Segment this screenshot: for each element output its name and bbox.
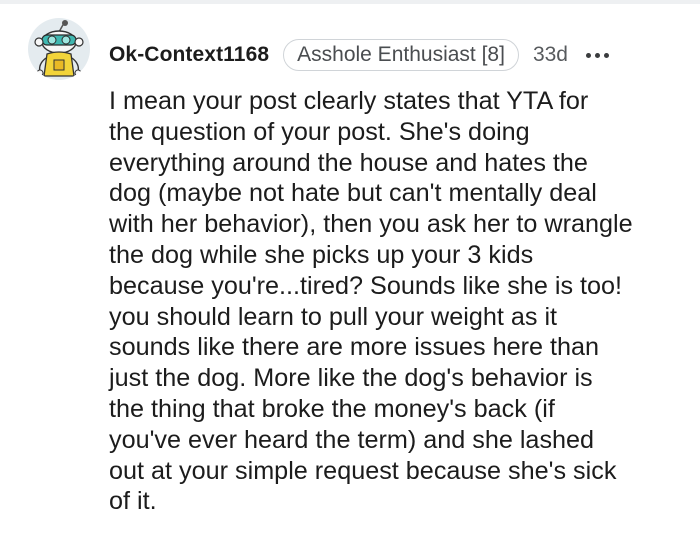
dot [603, 52, 609, 58]
comment-body-line: the question of your post. She's doing [109, 117, 530, 146]
snoo-avatar-icon [34, 20, 84, 77]
comment-body-line: sounds like there are more issues here t… [109, 333, 600, 362]
top-divider [0, 0, 700, 4]
more-options-icon[interactable] [585, 52, 609, 58]
comment-body-line: out at your simple request because she's… [109, 456, 617, 485]
comment-body-line: you've ever heard the term) and she lash… [109, 425, 595, 454]
comment-body-line: the dog while she picks up your 3 kids [109, 240, 534, 269]
comment-body-line: because you're...tired? Sounds like she … [109, 271, 623, 300]
comment-body-line: you should learn to pull your weight as … [109, 302, 558, 331]
comment-body-line: with her behavior), then you ask her to … [109, 210, 633, 239]
comment-body-line: just the dog. More like the dog's behavi… [109, 364, 593, 393]
comment-body-line: I mean your post clearly states that YTA… [109, 87, 589, 115]
dot [594, 52, 600, 58]
dot [585, 52, 591, 58]
comment-header: Ok-Context1168 Asshole Enthusiast [8] 33… [109, 38, 609, 72]
user-flair: Asshole Enthusiast [8] [283, 39, 519, 71]
comment-body-line: everything around the house and hates th… [109, 148, 588, 177]
comment-body: I mean your post clearly states that YTA… [109, 86, 689, 517]
comment-body-line: the thing that broke the money's back (i… [109, 394, 555, 423]
comment-body-line: dog (maybe not hate but can't mentally d… [109, 179, 597, 208]
user-avatar[interactable] [28, 18, 90, 80]
comment-age: 33d [532, 43, 568, 66]
username[interactable]: Ok-Context1168 [109, 43, 269, 67]
comment-body-line: of it. [109, 487, 157, 516]
